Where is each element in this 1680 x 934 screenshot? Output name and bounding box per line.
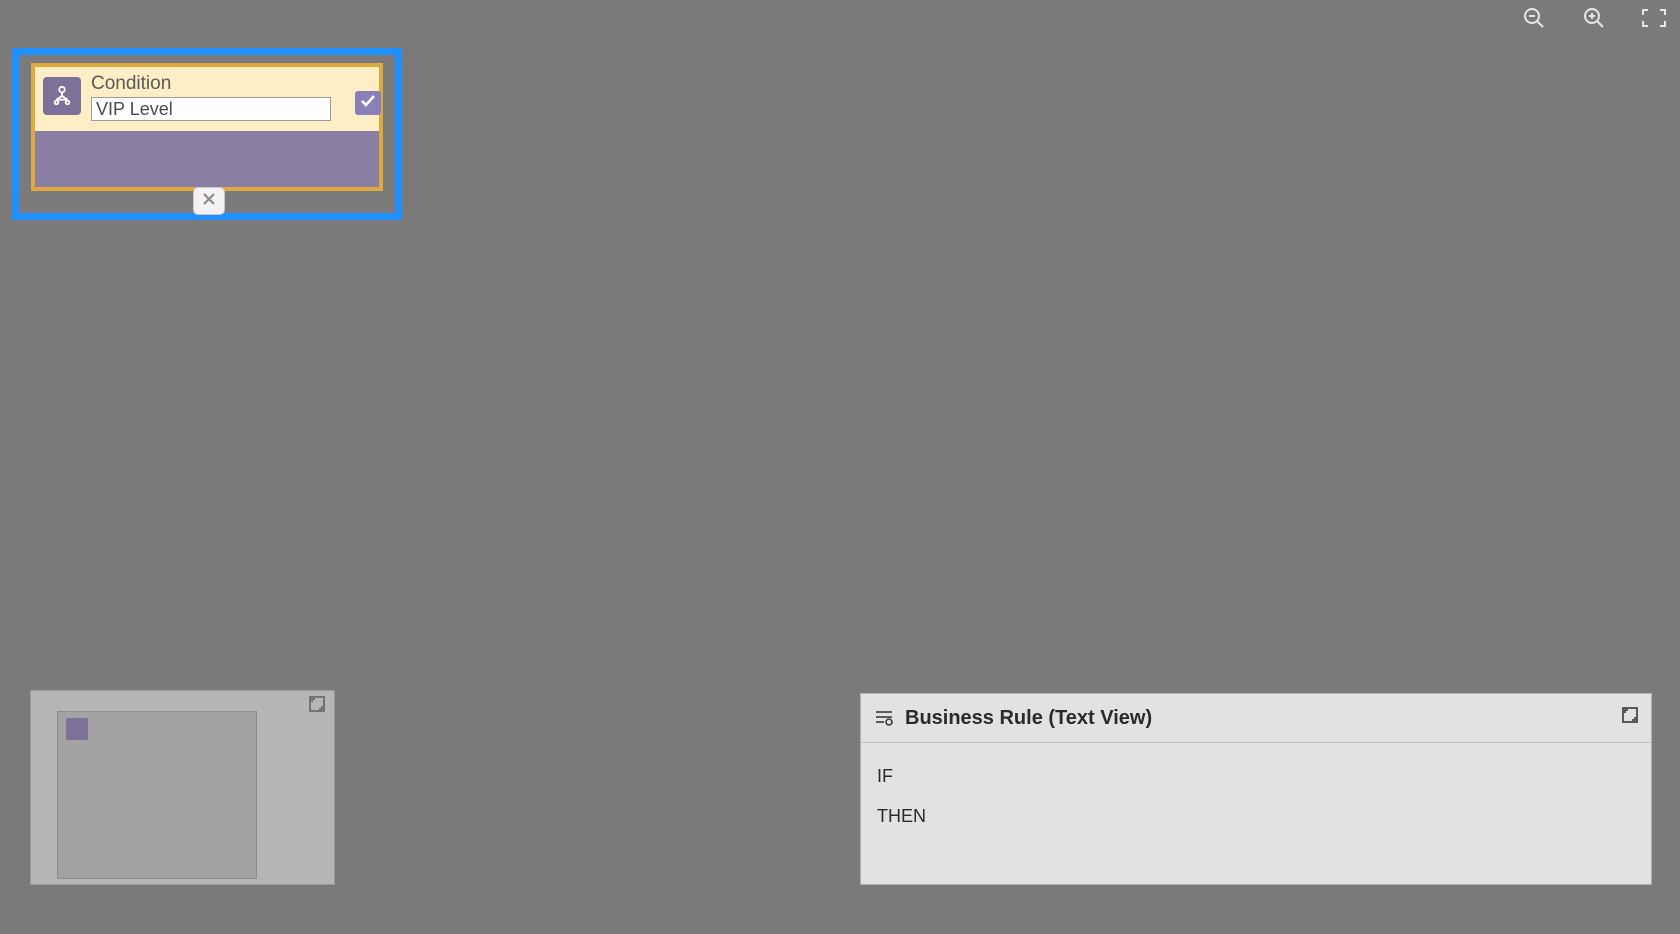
condition-name-input[interactable]: [91, 97, 331, 121]
condition-tile[interactable]: Condition: [12, 48, 402, 220]
condition-header: Condition: [35, 67, 379, 131]
text-view-title: Business Rule (Text View): [905, 707, 1152, 730]
text-view-if-line: IF: [877, 757, 1635, 797]
zoom-out-button[interactable]: [1518, 4, 1550, 36]
condition-label: Condition: [91, 73, 371, 95]
minimap-expand-button[interactable]: [306, 695, 328, 717]
check-icon: [360, 94, 376, 113]
condition-fields: Condition: [91, 73, 371, 121]
text-view-header: Business Rule (Text View): [861, 694, 1651, 743]
text-view-body: IF THEN: [861, 743, 1651, 850]
text-view-expand-button[interactable]: [1619, 706, 1641, 728]
expand-icon: [1622, 707, 1638, 728]
zoom-out-icon: [1522, 6, 1546, 35]
condition-body[interactable]: [35, 131, 379, 187]
text-view-icon: [873, 707, 895, 729]
text-view-then-line: THEN: [877, 797, 1635, 837]
fit-screen-button[interactable]: [1638, 4, 1670, 36]
condition-true-badge[interactable]: [355, 91, 381, 115]
condition-false-handle[interactable]: [193, 187, 225, 215]
zoom-in-button[interactable]: [1578, 4, 1610, 36]
condition-icon: [43, 77, 81, 115]
close-icon: [202, 192, 216, 211]
minimap-viewport[interactable]: [57, 711, 257, 879]
condition-inner: Condition: [31, 63, 383, 191]
text-view-panel: Business Rule (Text View) IF THEN: [860, 693, 1652, 885]
minimap-condition-node: [66, 718, 88, 740]
minimap-panel[interactable]: [30, 690, 335, 885]
fit-screen-icon: [1641, 8, 1667, 33]
zoom-toolbar: [1518, 4, 1670, 36]
zoom-in-icon: [1582, 6, 1606, 35]
expand-icon: [309, 696, 325, 717]
